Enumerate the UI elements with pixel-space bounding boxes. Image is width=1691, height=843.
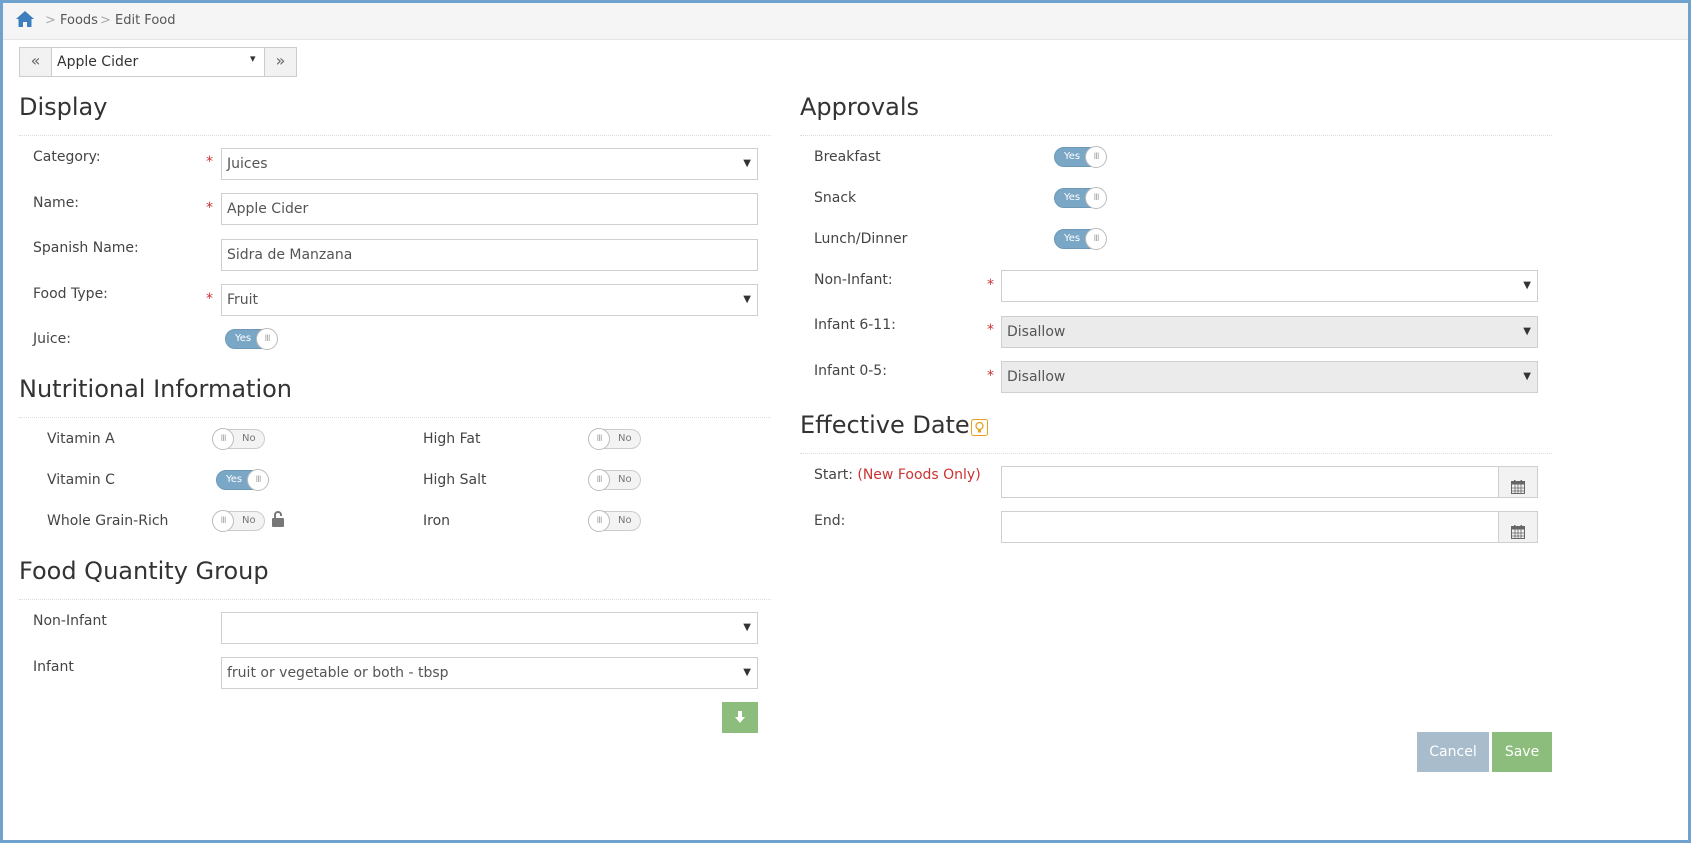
start-date-label: Start: (New Foods Only) — [814, 467, 981, 483]
save-button[interactable]: Save — [1492, 732, 1552, 772]
non-infant-quantity-select[interactable]: ▼ — [221, 612, 758, 644]
breadcrumb-foods[interactable]: Foods — [60, 13, 98, 28]
vitamin-a-toggle[interactable]: III No — [212, 428, 265, 450]
spanish-name-label: Spanish Name: — [33, 240, 139, 256]
breadcrumb-separator: > — [45, 13, 56, 28]
infant-6-11-label: Infant 6-11: — [814, 317, 896, 333]
calendar-icon — [1511, 475, 1525, 497]
chevron-down-icon: ▼ — [1523, 326, 1531, 337]
high-fat-toggle[interactable]: III No — [588, 428, 641, 450]
chevron-down-icon: ▼ — [743, 294, 751, 305]
divider — [800, 135, 1552, 136]
quantity-group-heading: Food Quantity Group — [19, 557, 269, 585]
required-marker: * — [206, 200, 213, 216]
high-salt-toggle[interactable]: III No — [588, 469, 641, 491]
infant-6-11-select: Disallow ▼ — [1001, 316, 1538, 348]
whole-grain-rich-toggle[interactable]: III No — [212, 510, 265, 532]
previous-record-button[interactable]: « — [20, 48, 52, 76]
display-heading: Display — [19, 93, 108, 121]
iron-toggle[interactable]: III No — [588, 510, 641, 532]
lunch-dinner-label: Lunch/Dinner — [814, 231, 908, 247]
divider — [19, 417, 771, 418]
start-date-input[interactable] — [1001, 466, 1538, 498]
required-marker: * — [987, 368, 994, 384]
infant-label: Infant — [33, 659, 74, 675]
non-infant-label: Non-Infant — [33, 613, 107, 629]
whole-grain-rich-label: Whole Grain-Rich — [47, 513, 169, 529]
lunch-dinner-toggle[interactable]: Yes III — [1054, 228, 1107, 250]
breakfast-toggle[interactable]: Yes III — [1054, 146, 1107, 168]
chevron-down-icon: ▼ — [1523, 371, 1531, 382]
divider — [19, 135, 771, 136]
required-marker: * — [987, 277, 994, 293]
breakfast-label: Breakfast — [814, 149, 881, 165]
required-marker: * — [987, 322, 994, 338]
record-navigator: « Apple Cider ▾ » — [19, 47, 297, 77]
chevron-down-icon[interactable]: ▾ — [250, 52, 256, 65]
app-frame: > Foods > Edit Food « Apple Cider ▾ » Di… — [0, 0, 1691, 843]
vitamin-c-label: Vitamin C — [47, 472, 115, 488]
nutrition-heading: Nutritional Information — [19, 375, 293, 403]
home-icon[interactable] — [15, 10, 35, 28]
divider — [800, 453, 1552, 454]
category-label: Category: — [33, 149, 101, 165]
arrow-down-icon — [734, 711, 746, 728]
add-quantity-button[interactable] — [722, 702, 758, 733]
effective-dates-heading: Effective Dates — [800, 411, 983, 439]
breadcrumb: > Foods > Edit Food — [3, 3, 1688, 40]
non-infant-approval-select[interactable]: ▼ — [1001, 270, 1538, 302]
high-salt-label: High Salt — [423, 472, 487, 488]
food-type-label: Food Type: — [33, 286, 108, 302]
cancel-button[interactable]: Cancel — [1417, 732, 1489, 772]
infant-quantity-select[interactable]: fruit or vegetable or both - tbsp ▼ — [221, 657, 758, 689]
chevron-down-icon: ▼ — [1523, 280, 1531, 291]
name-input[interactable]: Apple Cider — [221, 193, 758, 225]
calendar-icon — [1511, 520, 1525, 542]
juice-toggle[interactable]: Yes III — [225, 328, 278, 350]
chevron-down-icon: ▼ — [743, 158, 751, 169]
chevron-down-icon: ▼ — [743, 622, 751, 633]
snack-toggle[interactable]: Yes III — [1054, 187, 1107, 209]
non-infant-approval-label: Non-Infant: — [814, 272, 893, 288]
vitamin-c-toggle[interactable]: Yes III — [216, 469, 269, 491]
high-fat-label: High Fat — [423, 431, 481, 447]
vitamin-a-label: Vitamin A — [47, 431, 115, 447]
chevron-down-icon: ▼ — [743, 667, 751, 678]
lightbulb-icon[interactable] — [971, 419, 988, 436]
breadcrumb-separator: > — [100, 13, 111, 28]
approvals-heading: Approvals — [800, 93, 919, 121]
end-date-input[interactable] — [1001, 511, 1538, 543]
iron-label: Iron — [423, 513, 451, 529]
end-date-label: End: — [814, 513, 846, 529]
category-select[interactable]: Juices ▼ — [221, 148, 758, 180]
breadcrumb-edit-food: Edit Food — [115, 13, 176, 28]
food-type-select[interactable]: Fruit ▼ — [221, 284, 758, 316]
required-marker: * — [206, 291, 213, 307]
spanish-name-input[interactable]: Sidra de Manzana — [221, 239, 758, 271]
unlock-icon[interactable] — [271, 510, 285, 528]
new-foods-only-note: (New Foods Only) — [857, 467, 981, 483]
snack-label: Snack — [814, 190, 857, 206]
juice-label: Juice: — [33, 331, 71, 347]
divider — [19, 599, 771, 600]
record-select[interactable]: Apple Cider — [57, 54, 138, 70]
end-date-picker-button[interactable] — [1498, 512, 1537, 542]
infant-0-5-select: Disallow ▼ — [1001, 361, 1538, 393]
required-marker: * — [206, 154, 213, 170]
next-record-button[interactable]: » — [264, 48, 296, 76]
name-label: Name: — [33, 195, 80, 211]
infant-0-5-label: Infant 0-5: — [814, 363, 887, 379]
start-date-picker-button[interactable] — [1498, 467, 1537, 497]
